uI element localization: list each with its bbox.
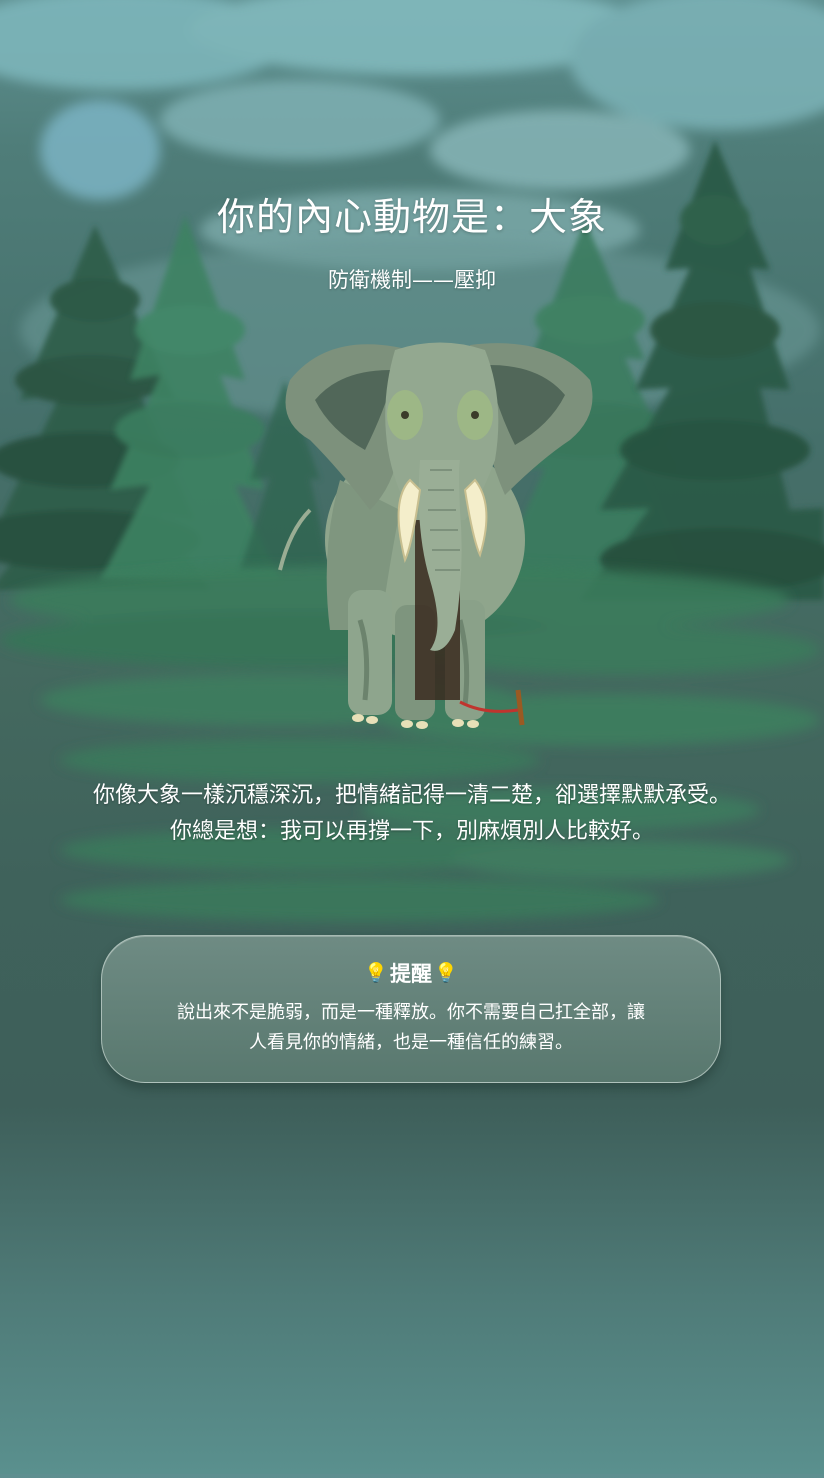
lightbulb-icon: 💡 [434,961,458,984]
lightbulb-icon: 💡 [364,961,388,984]
page-title: 你的內心動物是：大象 [216,195,607,239]
elephant-illustration [278,342,593,729]
reminder-card: 💡 提醒 💡 說出來不是脆弱，而是一種釋放。你不需要自己扛全部，讓人看見你的情緒… [101,935,721,1083]
reminder-body: 說出來不是脆弱，而是一種釋放。你不需要自己扛全部，讓人看見你的情緒，也是一種信任… [177,1002,645,1053]
result-description: 你像大象一樣沉穩深沉，把情緒記得一清二楚，卻選擇默默承受。你總是想：我可以再撐一… [92,783,731,844]
defense-mechanism-subtitle: 防衛機制——壓抑 [328,268,496,292]
reminder-header: 💡 提醒 💡 [102,958,720,988]
reminder-title: 提醒 [390,962,432,986]
